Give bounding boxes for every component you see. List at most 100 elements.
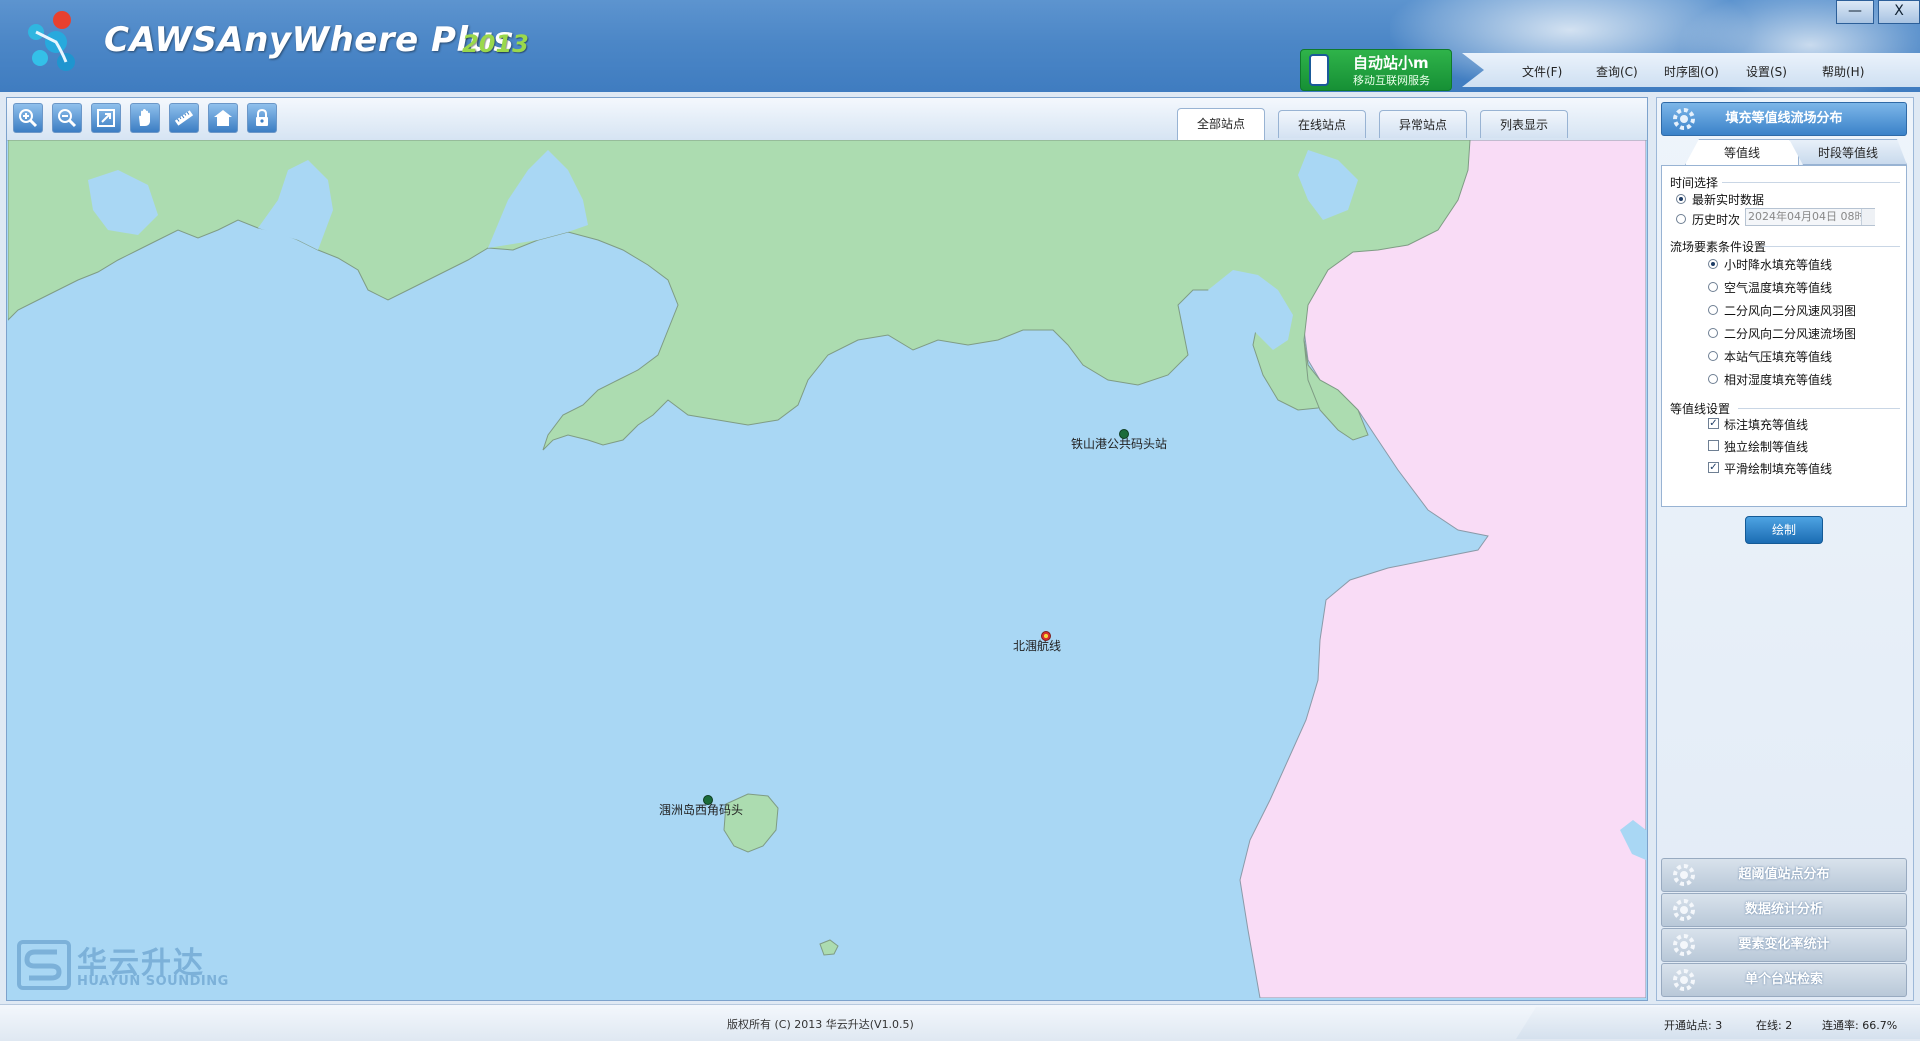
radio-latest-data[interactable] bbox=[1676, 194, 1686, 204]
checkbox-independent-contour[interactable] bbox=[1708, 440, 1719, 451]
app-logo-icon bbox=[28, 11, 75, 71]
group-title-elements: 流场要素条件设置 bbox=[1670, 240, 1767, 254]
zoom-out-button[interactable] bbox=[52, 103, 82, 133]
open-stations-count: 开通站点: 3 bbox=[1664, 1019, 1723, 1032]
station-label: 铁山港公共码头站 bbox=[1071, 437, 1168, 451]
section-title: 数据统计分析 bbox=[1744, 902, 1823, 917]
copyright-text: 版权所有 (C) 2013 华云升达(V1.0.5) bbox=[727, 1018, 914, 1031]
station-dot-icon bbox=[703, 795, 713, 805]
divider bbox=[1762, 246, 1900, 247]
tab-online-stations[interactable]: 在线站点 bbox=[1278, 110, 1366, 138]
radio-element-3[interactable] bbox=[1708, 328, 1718, 338]
option-label: 平滑绘制填充等值线 bbox=[1724, 462, 1833, 476]
map-canvas[interactable] bbox=[8, 140, 1646, 998]
tab-abnormal-stations[interactable]: 异常站点 bbox=[1379, 110, 1467, 138]
section-header-threshold[interactable]: 超阈值站点分布 bbox=[1661, 858, 1907, 892]
section-header-contour-flow[interactable]: 填充等值线流场分布 bbox=[1661, 102, 1907, 136]
menu-file[interactable]: 文件(F) bbox=[1522, 63, 1562, 80]
section-title: 填充等值线流场分布 bbox=[1725, 111, 1843, 126]
radio-history[interactable] bbox=[1676, 214, 1686, 224]
gear-icon bbox=[1673, 899, 1695, 921]
group-title-time: 时间选择 bbox=[1670, 176, 1719, 190]
full-extent-icon bbox=[97, 109, 115, 127]
company-logo-icon bbox=[17, 940, 71, 990]
company-name-en: HUAYUN SOUNDING bbox=[77, 974, 229, 989]
phone-icon bbox=[1309, 54, 1329, 86]
tab-contour[interactable]: 等值线 bbox=[1685, 139, 1799, 165]
tab-list-view[interactable]: 列表显示 bbox=[1480, 110, 1568, 138]
option-label: 本站气压填充等值线 bbox=[1724, 350, 1833, 364]
connect-rate: 连通率: 66.7% bbox=[1822, 1019, 1898, 1032]
minimize-button[interactable]: — bbox=[1836, 0, 1874, 24]
promo-subtitle: 移动互联网服务 bbox=[1353, 74, 1430, 87]
tab-period-contour[interactable]: 时段等值线 bbox=[1789, 139, 1907, 165]
radio-element-0[interactable] bbox=[1708, 259, 1718, 269]
home-button[interactable] bbox=[208, 103, 238, 133]
option-label: 历史时次 bbox=[1692, 213, 1741, 227]
map-toolbar: 全部站点 在线站点 异常站点 列表显示 bbox=[7, 98, 1647, 141]
gear-icon bbox=[1673, 969, 1695, 991]
option-label: 最新实时数据 bbox=[1692, 193, 1765, 207]
pan-hand-icon bbox=[139, 109, 150, 126]
gear-icon bbox=[1673, 108, 1695, 130]
home-icon bbox=[214, 110, 232, 126]
section-header-station-search[interactable]: 单个台站检索 bbox=[1661, 963, 1907, 997]
radio-element-5[interactable] bbox=[1708, 374, 1718, 384]
tab-all-stations[interactable]: 全部站点 bbox=[1177, 108, 1265, 140]
mobile-service-banner[interactable]: 自动站小m 移动互联网服务 bbox=[1300, 49, 1452, 91]
option-label: 空气温度填充等值线 bbox=[1724, 281, 1833, 295]
option-label: 相对湿度填充等值线 bbox=[1724, 373, 1833, 387]
menu-bar: 文件(F) 查询(C) 时序图(O) 设置(S) 帮助(H) bbox=[1462, 53, 1920, 87]
section-title: 超阈值站点分布 bbox=[1738, 867, 1830, 882]
gear-icon bbox=[1673, 864, 1695, 886]
checkbox-smooth-contour[interactable]: ✓ bbox=[1708, 462, 1719, 473]
company-watermark: 华云升达 HUAYUN SOUNDING bbox=[15, 938, 255, 994]
zoom-in-button[interactable] bbox=[13, 103, 43, 133]
date-spinner[interactable] bbox=[1861, 209, 1875, 225]
station-label: 涠洲岛西角码头 bbox=[659, 803, 744, 817]
section-title: 要素变化率统计 bbox=[1738, 937, 1830, 952]
app-title: CAWSAnyWhere Plus bbox=[104, 20, 515, 60]
promo-title: 自动站小m bbox=[1353, 54, 1429, 72]
gear-icon bbox=[1673, 934, 1695, 956]
menu-settings[interactable]: 设置(S) bbox=[1746, 63, 1787, 80]
checkbox-label-contour[interactable]: ✓ bbox=[1708, 418, 1719, 429]
lock-button[interactable] bbox=[247, 103, 277, 133]
title-bar: CAWSAnyWhere Plus 2013 自动站小m 移动互联网服务 文件(… bbox=[0, 0, 1920, 92]
app-year: 2013 bbox=[462, 30, 529, 58]
status-bar: 版权所有 (C) 2013 华云升达(V1.0.5) 开通站点: 3 在线: 2… bbox=[0, 1004, 1920, 1041]
draw-button[interactable]: 绘制 bbox=[1745, 516, 1823, 544]
option-label: 标注填充等值线 bbox=[1724, 418, 1809, 432]
option-label: 二分风向二分风速风羽图 bbox=[1724, 304, 1857, 318]
lock-icon bbox=[256, 108, 268, 126]
radio-element-2[interactable] bbox=[1708, 305, 1718, 315]
full-extent-button[interactable] bbox=[91, 103, 121, 133]
measure-ruler-icon bbox=[174, 110, 194, 126]
station-stats: 开通站点: 3 在线: 2 连通率: 66.7% bbox=[1516, 1007, 1920, 1039]
option-label: 小时降水填充等值线 bbox=[1724, 258, 1833, 272]
close-button[interactable]: X bbox=[1878, 0, 1920, 24]
measure-button[interactable] bbox=[169, 103, 199, 133]
station-marker[interactable]: 铁山港公共码头站 bbox=[1071, 429, 1168, 452]
section-header-statistics[interactable]: 数据统计分析 bbox=[1661, 893, 1907, 927]
contour-settings: 时间选择 最新实时数据 历史时次 2024年04月04日 08时 流场要素条件设… bbox=[1661, 165, 1907, 507]
station-marker[interactable]: 涠洲岛西角码头 bbox=[659, 795, 744, 818]
menu-help[interactable]: 帮助(H) bbox=[1822, 63, 1864, 80]
radio-element-1[interactable] bbox=[1708, 282, 1718, 292]
option-label: 二分风向二分风速流场图 bbox=[1724, 327, 1857, 341]
zoom-out-icon bbox=[58, 109, 77, 128]
menu-timeseries[interactable]: 时序图(O) bbox=[1664, 63, 1719, 80]
radio-element-4[interactable] bbox=[1708, 351, 1718, 361]
map-panel: 全部站点 在线站点 异常站点 列表显示 铁山港公共码头站 北涠航线 涠洲岛西角码… bbox=[6, 97, 1648, 1001]
section-title: 单个台站检索 bbox=[1744, 972, 1823, 987]
pan-button[interactable] bbox=[130, 103, 160, 133]
station-dot-icon bbox=[1041, 631, 1051, 641]
station-marker[interactable]: 北涠航线 bbox=[1013, 631, 1062, 654]
contour-tabs: 等值线 时段等值线 bbox=[1685, 139, 1907, 165]
analysis-panel: 填充等值线流场分布 等值线 时段等值线 时间选择 最新实时数据 历史时次 202… bbox=[1656, 97, 1914, 1001]
history-date-field[interactable]: 2024年04月04日 08时 bbox=[1745, 208, 1875, 226]
menu-query[interactable]: 查询(C) bbox=[1596, 63, 1638, 80]
divider bbox=[1738, 408, 1900, 409]
section-header-change-rate[interactable]: 要素变化率统计 bbox=[1661, 928, 1907, 962]
station-label: 北涠航线 bbox=[1013, 639, 1062, 653]
